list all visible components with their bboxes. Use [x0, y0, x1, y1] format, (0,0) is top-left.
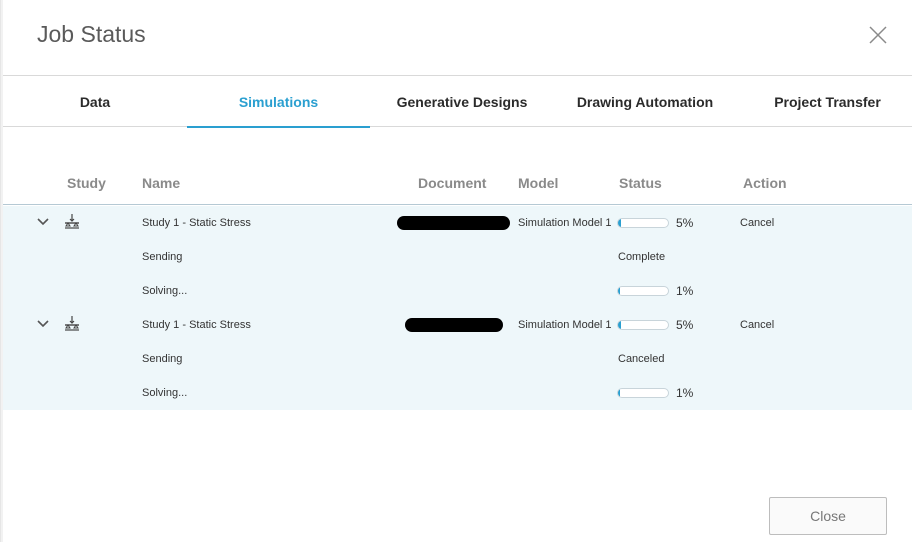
progress-fill: [618, 321, 621, 329]
progress-bar: [617, 218, 669, 228]
tab-simulations[interactable]: Simulations: [187, 76, 370, 128]
job-model: Simulation Model 1: [518, 319, 612, 331]
progress-bar: [617, 286, 669, 296]
table-row: Study 1 - Static Stress Simulation Model…: [3, 308, 912, 342]
cancel-button[interactable]: Cancel: [740, 217, 774, 229]
tab-generative-designs[interactable]: Generative Designs: [370, 76, 554, 127]
column-header-study: Study: [67, 175, 106, 191]
dialog-title: Job Status: [37, 21, 146, 47]
table-row: Sending Complete: [3, 240, 912, 274]
dialog-header: Job Status: [1, 0, 912, 75]
job-group: Study 1 - Static Stress Simulation Model…: [3, 308, 912, 410]
simulation-study-icon: [63, 315, 81, 333]
close-icon[interactable]: [867, 24, 889, 46]
tab-drawing-automation[interactable]: Drawing Automation: [554, 76, 736, 127]
step-name: Solving...: [142, 285, 188, 297]
job-name: Study 1 - Static Stress: [142, 217, 251, 229]
column-header-action: Action: [743, 175, 787, 191]
simulation-study-icon: [63, 213, 81, 231]
progress-fill: [618, 287, 620, 295]
step-status: Complete: [618, 251, 666, 263]
tab-data[interactable]: Data: [3, 76, 187, 127]
step-status: Canceled: [618, 353, 665, 365]
table-row: Sending Canceled: [3, 342, 912, 376]
table-row: Solving... 1%: [3, 376, 912, 410]
tab-project-transfer[interactable]: Project Transfer: [736, 76, 912, 127]
job-model: Simulation Model 1: [518, 217, 612, 229]
column-header-model: Model: [518, 175, 559, 191]
column-header-status: Status: [619, 175, 662, 191]
progress-percent: 1%: [676, 386, 694, 400]
tab-bar: Data Simulations Generative Designs Draw…: [3, 75, 912, 128]
cancel-button[interactable]: Cancel: [740, 319, 774, 331]
job-status-dialog: Job Status Data Simulations Generative D…: [0, 0, 912, 542]
progress-bar: [617, 320, 669, 330]
progress-percent: 1%: [676, 284, 694, 298]
table-header: Study Name Document Model Status Action: [3, 162, 912, 205]
table-row: Solving... 1%: [3, 274, 912, 308]
progress-fill: [618, 219, 621, 227]
column-header-name: Name: [142, 175, 181, 191]
step-name: Solving...: [142, 387, 188, 399]
column-header-document: Document: [418, 175, 487, 191]
job-name: Study 1 - Static Stress: [142, 319, 251, 331]
redacted-document: [397, 216, 510, 230]
step-name: Sending: [142, 251, 183, 263]
progress-percent: 5%: [676, 318, 694, 332]
redacted-document: [405, 318, 503, 332]
progress-fill: [618, 389, 620, 397]
chevron-down-icon[interactable]: [36, 317, 50, 329]
job-group: Study 1 - Static Stress Simulation Model…: [3, 206, 912, 308]
table-row: Study 1 - Static Stress Simulation Model…: [3, 206, 912, 240]
close-button[interactable]: Close: [769, 497, 887, 535]
progress-percent: 5%: [676, 216, 694, 230]
step-name: Sending: [142, 353, 183, 365]
chevron-down-icon[interactable]: [36, 215, 50, 227]
progress-bar: [617, 388, 669, 398]
